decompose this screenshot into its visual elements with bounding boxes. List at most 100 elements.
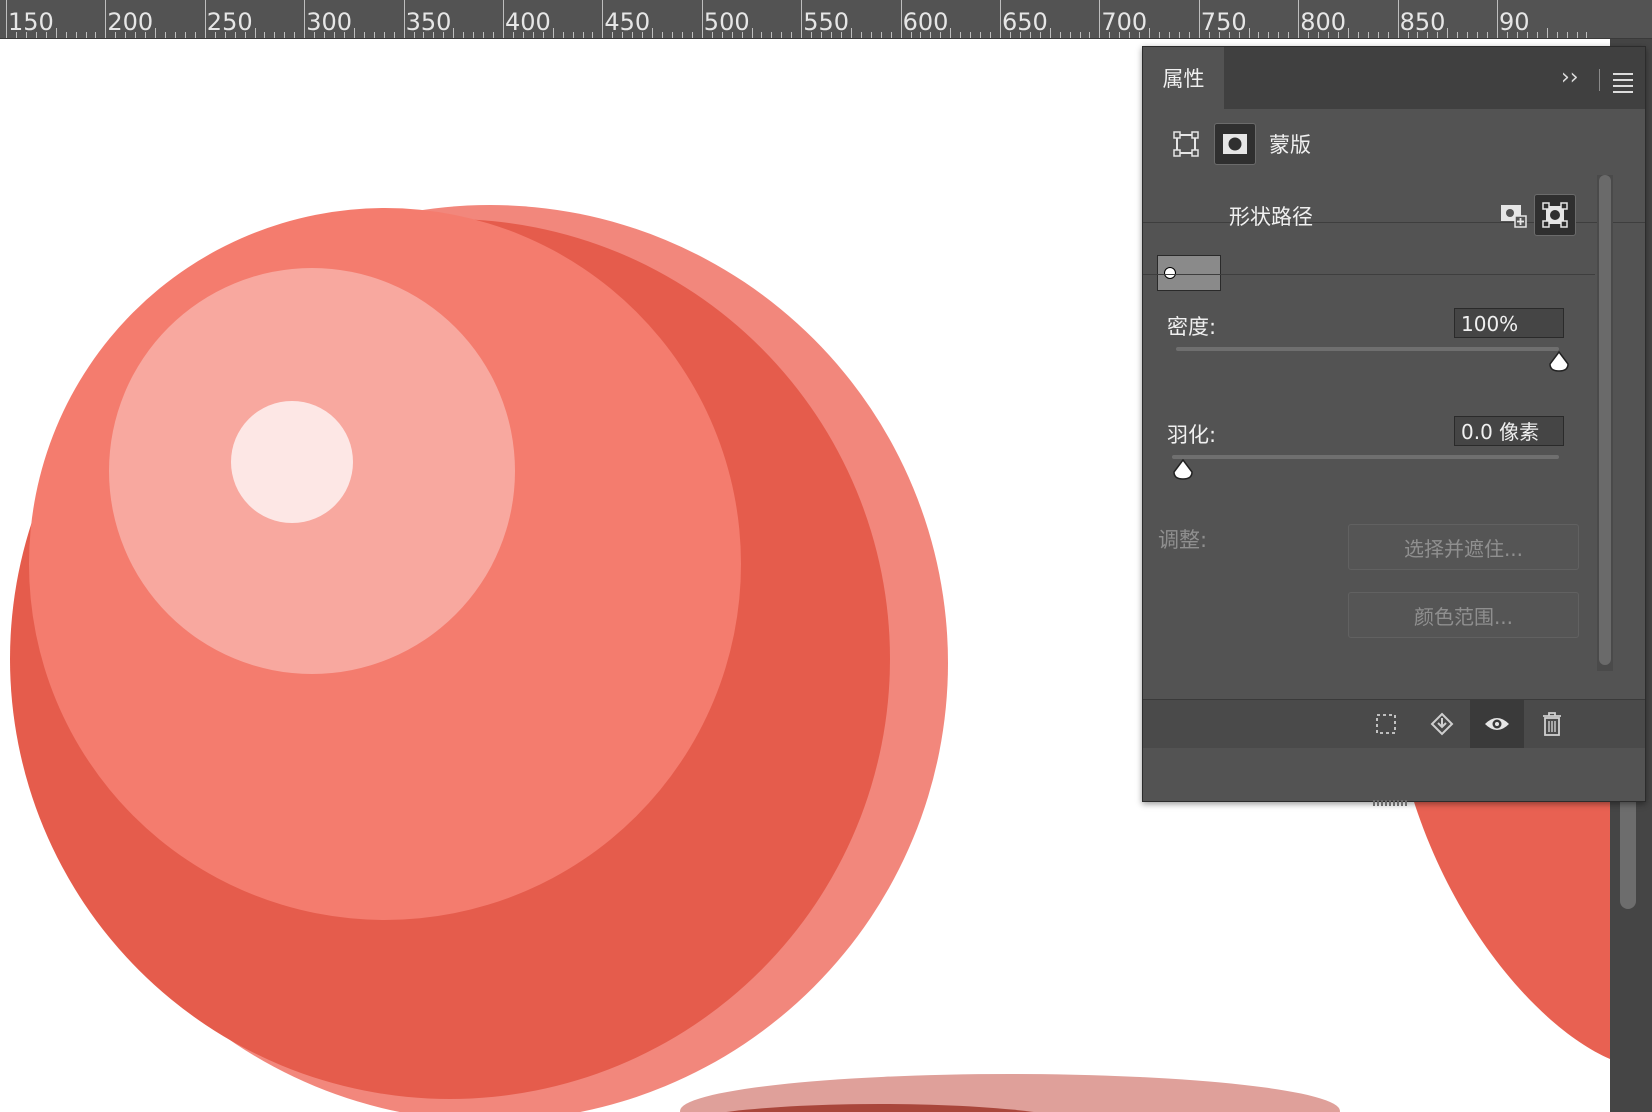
adjust-label: 调整:: [1158, 528, 1208, 552]
titlebar-divider: [1599, 69, 1600, 91]
scroll-thumb[interactable]: [1620, 789, 1636, 909]
apply-mask-icon: [1430, 712, 1454, 736]
panel-scroll-thumb[interactable]: [1599, 175, 1611, 665]
ruler-label: 90: [1499, 8, 1530, 36]
ruler-tick: [1367, 32, 1369, 38]
shape-path-thumbnail[interactable]: [1157, 255, 1221, 291]
ruler-tick: [562, 32, 564, 38]
ruler-tick: [1000, 0, 1001, 38]
color-range-button[interactable]: 颜色范围...: [1348, 592, 1579, 638]
ruler-tick: [671, 32, 673, 38]
feather-label: 羽化:: [1167, 423, 1217, 447]
ruler-tick: [1288, 32, 1290, 38]
ruler-tick: [264, 32, 266, 38]
selection-from-mask-icon: [1376, 714, 1396, 734]
ruler-tick: [1586, 32, 1588, 38]
ruler-tick: [1079, 32, 1081, 38]
ruler-tick: [552, 28, 554, 38]
apply-mask-button[interactable]: [1415, 700, 1469, 748]
ruler-tick: [95, 32, 97, 38]
density-slider[interactable]: [1176, 347, 1559, 351]
vector-mask-selected-button[interactable]: [1534, 194, 1576, 236]
ruler-label: 700: [1101, 8, 1148, 36]
ruler-tick: [493, 32, 495, 38]
ruler-tick: [1447, 28, 1449, 38]
ruler-tick: [1576, 32, 1578, 38]
panel-scrollbar[interactable]: [1597, 175, 1613, 671]
panel-titlebar: 属性 ››: [1143, 47, 1645, 109]
vector-mask-button[interactable]: [1214, 123, 1256, 165]
ruler-tick: [990, 32, 992, 38]
ruler-tick: [1457, 32, 1459, 38]
ruler-tick: [781, 32, 783, 38]
selection-from-mask-button[interactable]: [1359, 700, 1413, 748]
ruler-tick: [75, 32, 77, 38]
ruler-tick: [791, 32, 793, 38]
panel-resize-grip[interactable]: [1373, 791, 1413, 806]
ruler-tick: [1467, 32, 1469, 38]
ruler-tick: [1168, 32, 1170, 38]
ruler-tick: [880, 32, 882, 38]
ruler-tick: [204, 0, 206, 38]
ruler-tick: [55, 28, 57, 38]
panel-menu-icon[interactable]: [1613, 73, 1633, 97]
ruler-tick: [1536, 32, 1538, 38]
ruler-tick: [950, 28, 952, 38]
density-slider-knob[interactable]: [1548, 351, 1570, 373]
ruler-tick: [254, 28, 256, 38]
ruler-tick: [850, 28, 852, 38]
ruler-tick: [85, 32, 87, 38]
ruler-tick: [1268, 32, 1270, 38]
visibility-toggle-button[interactable]: [1470, 700, 1524, 748]
ruler-tick: [1069, 32, 1071, 38]
ruler-tick: [274, 32, 276, 38]
tab-properties[interactable]: 属性: [1143, 47, 1224, 109]
double-chevron-right-icon[interactable]: ››: [1561, 65, 1579, 91]
ruler-tick: [1298, 0, 1300, 38]
ruler-label: 350: [405, 8, 452, 36]
ruler-tick: [681, 32, 683, 38]
ruler-label: 600: [902, 8, 949, 36]
ruler-tick: [1566, 32, 1568, 38]
ruler-label: 250: [206, 8, 253, 36]
density-label: 密度:: [1167, 315, 1217, 339]
ruler-tick: [353, 28, 355, 38]
ruler-tick: [592, 32, 594, 38]
feather-input[interactable]: 0.0 像素: [1454, 416, 1564, 446]
ruler-tick: [1477, 32, 1479, 38]
ruler-tick: [1387, 32, 1389, 38]
ruler-label: 450: [604, 8, 651, 36]
select-and-mask-button[interactable]: 选择并遮住...: [1348, 524, 1579, 570]
ruler-tick: [165, 32, 167, 38]
ruler-tick: [373, 32, 375, 38]
ruler-tick: [65, 32, 67, 38]
feather-slider-knob[interactable]: [1172, 459, 1194, 481]
ruler-tick: [6, 0, 7, 38]
ruler-tick: [1347, 28, 1349, 38]
ruler-tick: [980, 32, 982, 38]
ruler-tick: [1278, 32, 1280, 38]
ruler-tick: [1248, 28, 1250, 38]
ruler-tick: [900, 0, 902, 38]
delete-mask-button[interactable]: [1525, 700, 1579, 748]
add-mask-button[interactable]: [1493, 195, 1533, 235]
section-divider: [1143, 274, 1595, 275]
ruler-tick: [1546, 28, 1548, 38]
mask-label: 蒙版: [1269, 133, 1311, 157]
panel-title: 属性: [1162, 67, 1205, 91]
ruler-label: 400: [505, 8, 551, 36]
eye-icon: [1485, 718, 1509, 730]
density-input[interactable]: 100%: [1454, 308, 1564, 338]
ruler-tick: [383, 32, 385, 38]
ruler-tick: [1487, 32, 1489, 38]
ruler-label: 550: [803, 8, 849, 36]
feather-slider[interactable]: [1172, 455, 1559, 459]
ruler-tick: [572, 32, 574, 38]
vector-mask-icon: [1223, 134, 1247, 154]
ruler-label: 800: [1300, 8, 1346, 36]
ruler-tick: [751, 28, 753, 38]
ruler-tick: [602, 0, 604, 38]
ruler-tick: [105, 0, 107, 38]
pixel-mask-icon[interactable]: [1173, 131, 1199, 157]
floor-shadow: [680, 1074, 1340, 1112]
